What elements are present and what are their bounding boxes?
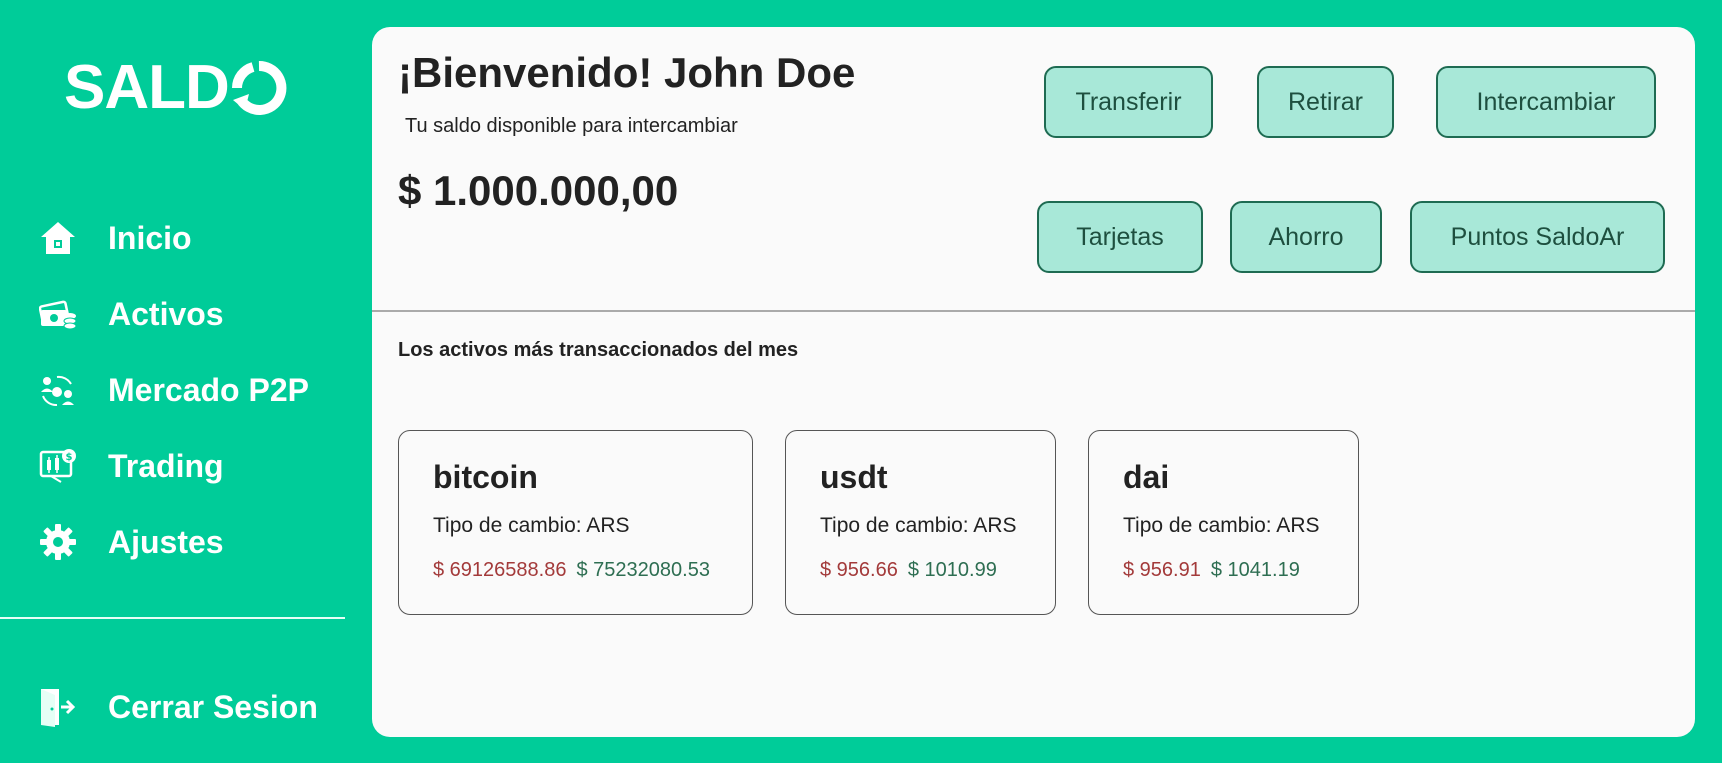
- sidebar-nav: Inicio Activos Mercado P2P $ Trading Aju…: [38, 200, 309, 580]
- gear-icon: [38, 522, 78, 562]
- section-divider: [372, 310, 1695, 312]
- asset-buy-price: $ 75232080.53: [576, 559, 710, 581]
- asset-card-bitcoin[interactable]: bitcoin Tipo de cambio: ARS $ 69126588.8…: [398, 430, 753, 615]
- asset-prices: $ 956.91 $ 1041.19: [1123, 559, 1300, 582]
- sidebar-item-inicio[interactable]: Inicio: [38, 200, 309, 276]
- asset-buy-price: $ 1041.19: [1210, 559, 1300, 581]
- asset-sell-price: $ 956.66: [820, 559, 898, 581]
- asset-card-dai[interactable]: dai Tipo de cambio: ARS $ 956.91 $ 1041.1…: [1088, 430, 1359, 615]
- logout-icon: [38, 687, 78, 727]
- money-icon: [38, 294, 78, 334]
- asset-name: usdt: [820, 459, 888, 495]
- retirar-button[interactable]: Retirar: [1257, 66, 1394, 138]
- asset-sell-price: $ 956.91: [1123, 559, 1201, 581]
- asset-sell-price: $ 69126588.86: [433, 559, 567, 581]
- balance-subtitle: Tu saldo disponible para intercambiar: [405, 115, 738, 137]
- sidebar-divider: [0, 617, 345, 619]
- intercambiar-button[interactable]: Intercambiar: [1436, 66, 1656, 138]
- asset-prices: $ 69126588.86 $ 75232080.53: [433, 559, 710, 582]
- sidebar-item-mercado-p2p[interactable]: Mercado P2P: [38, 352, 309, 428]
- asset-prices: $ 956.66 $ 1010.99: [820, 559, 997, 582]
- asset-exchange-type: Tipo de cambio: ARS: [1123, 514, 1320, 537]
- sidebar-item-trading[interactable]: $ Trading: [38, 428, 309, 504]
- logo-ring-icon: [231, 60, 287, 115]
- p2p-exchange-icon: [38, 370, 78, 410]
- asset-name: bitcoin: [433, 459, 538, 495]
- home-icon: [38, 218, 78, 258]
- balance-amount: $ 1.000.000,00: [398, 167, 679, 214]
- sidebar-item-label: Ajustes: [108, 523, 224, 560]
- asset-name: dai: [1123, 459, 1170, 495]
- svg-text:$: $: [66, 452, 73, 463]
- asset-buy-price: $ 1010.99: [907, 559, 997, 581]
- asset-card-usdt[interactable]: usdt Tipo de cambio: ARS $ 956.66 $ 1010.…: [785, 430, 1056, 615]
- sidebar-item-ajustes[interactable]: Ajustes: [38, 504, 309, 580]
- sidebar-item-label: Inicio: [108, 219, 192, 256]
- asset-exchange-type: Tipo de cambio: ARS: [433, 514, 630, 537]
- sidebar-item-label: Activos: [108, 295, 224, 332]
- logout-button[interactable]: Cerrar Sesion: [38, 669, 318, 745]
- puntos-saldoar-button[interactable]: Puntos SaldoAr: [1410, 201, 1665, 273]
- assets-section-title: Los activos más transaccionados del mes: [398, 339, 799, 361]
- asset-exchange-type: Tipo de cambio: ARS: [820, 514, 1017, 537]
- tarjetas-button[interactable]: Tarjetas: [1037, 201, 1203, 273]
- logout-label: Cerrar Sesion: [108, 688, 318, 725]
- transferir-button[interactable]: Transferir: [1044, 66, 1213, 138]
- app-root: SALD Inicio Activos Mercado P2P $ Tradin…: [0, 0, 1722, 763]
- sidebar-item-activos[interactable]: Activos: [38, 276, 309, 352]
- sidebar-item-label: Mercado P2P: [108, 371, 309, 408]
- trading-chart-icon: $: [38, 446, 78, 486]
- sidebar: SALD Inicio Activos Mercado P2P $ Tradin…: [0, 0, 372, 763]
- welcome-title: ¡Bienvenido! John Doe: [398, 49, 856, 96]
- saldo-logo[interactable]: SALD: [64, 52, 287, 123]
- sidebar-item-label: Trading: [108, 447, 224, 484]
- main-panel: ¡Bienvenido! John Doe Tu saldo disponibl…: [372, 27, 1695, 737]
- logo-text: SALD: [64, 53, 230, 122]
- ahorro-button[interactable]: Ahorro: [1230, 201, 1382, 273]
